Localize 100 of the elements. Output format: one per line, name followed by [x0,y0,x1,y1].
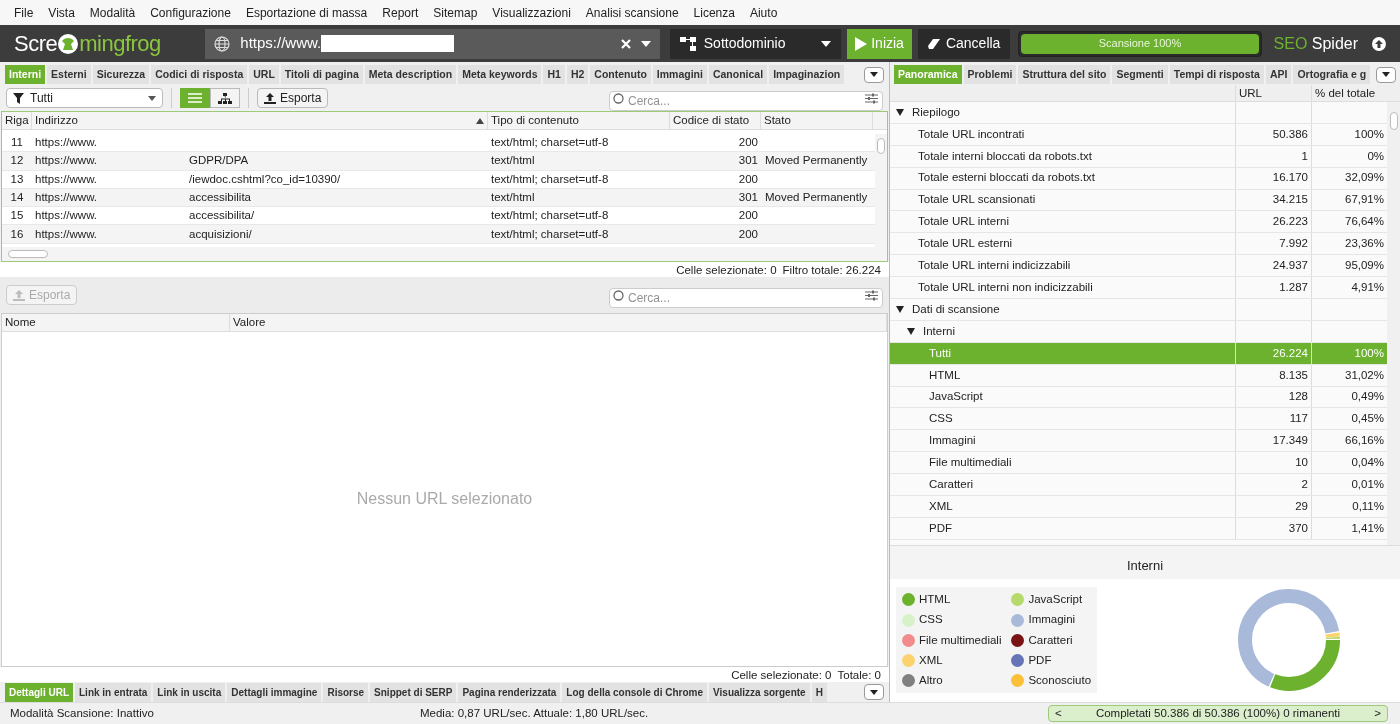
url-count: 7.992 [1279,236,1308,252]
mode-dropdown[interactable]: Sottodominio [669,28,842,59]
search-field[interactable]: Cerca... [609,91,883,111]
tree-row[interactable]: Totale esterni bloccati da robots.txt 16.170 32,09% [890,167,1387,190]
tabs-dropdown-button[interactable] [1376,66,1396,83]
table-cell-text: Moved Permanently [764,153,869,169]
scrollbar-thumb[interactable] [8,250,48,258]
tree-group-row[interactable]: Riepilogo [890,102,1387,124]
column-header[interactable]: Tipo di contenuto [488,112,670,129]
tab[interactable]: Esterni [47,65,91,84]
tab[interactable]: Codici di risposta [151,65,248,84]
tab[interactable]: Contenuto [590,65,651,84]
tab[interactable]: Meta description [364,65,457,84]
tree-row[interactable]: Totale interni bloccati da robots.txt 1 0% [890,145,1387,168]
tree-row[interactable]: JavaScript 128 0,49% [890,386,1387,409]
tab[interactable]: Problemi [963,65,1017,84]
tab[interactable]: Link in entrata [75,682,152,702]
tab[interactable]: Struttura del sito [1018,65,1111,84]
tab[interactable]: Risorse [323,682,369,702]
expanded-arrow-icon[interactable] [896,108,904,116]
tree-row[interactable]: XML 29 0,11% [890,496,1387,518]
menu-item[interactable]: Report [382,3,419,22]
tab[interactable]: API [1265,65,1292,84]
caret-icon[interactable] [640,40,651,47]
tab[interactable]: Sicurezza [92,65,150,84]
tree-view-button[interactable] [210,88,240,108]
tree-row[interactable]: HTML 8.135 31,02% [890,364,1387,387]
menu-item[interactable]: File [14,3,34,22]
table-cell-text: 13 [9,171,25,187]
column-header[interactable]: Stato [761,112,873,129]
tab[interactable]: Log della console di Chrome [562,682,708,702]
legend-label: Sconosciuto [1028,673,1092,689]
tab[interactable]: Meta keywords [458,65,542,84]
column-header[interactable]: URL [1235,85,1311,101]
menu-item[interactable]: Modalità [89,3,136,22]
url-field[interactable]: https://www. [205,28,660,59]
tab[interactable]: Pagina renderizzata [458,682,561,702]
tab[interactable]: Segmenti [1112,65,1168,84]
column-header[interactable]: Valore [230,314,887,331]
row-label: Totale URL incontrati [918,126,1025,142]
percent-value: 0,11% [1352,498,1384,514]
tree-row[interactable]: Totale URL scansionati 34.215 67,91% [890,189,1387,212]
menu-item[interactable]: Visualizzazioni [492,3,571,22]
tabs-dropdown-button[interactable] [864,66,884,83]
tab[interactable]: URL [249,65,279,84]
tab[interactable]: Titoli di pagina [280,65,363,84]
previous-arrow[interactable]: < [1055,704,1062,723]
column-header[interactable]: Nome [2,314,230,331]
menu-item[interactable]: Licenza [693,3,735,22]
cancel-button[interactable]: Cancella [917,28,1011,59]
tree-row[interactable]: Immagini 17.349 66,16% [890,430,1387,453]
tab[interactable]: Visualizza sorgente [709,682,810,702]
menu-item[interactable]: Analisi scansione [585,3,679,22]
tree-row[interactable]: CSS 117 0,45% [890,408,1387,431]
column-header[interactable]: % del totale [1311,85,1387,101]
tab[interactable]: Dettagli immagine [227,682,322,702]
tab[interactable]: Canonical [708,65,768,84]
tree-row[interactable]: Totale URL interni non indicizzabili 1.287 4,91% [890,277,1387,299]
expanded-arrow-icon[interactable] [896,305,904,313]
menu-item[interactable]: Esportazione di massa [245,3,368,22]
tab[interactable]: Impaginazion [769,65,845,84]
tree-row[interactable]: Totale URL esterni 7.992 23,36% [890,233,1387,256]
tab[interactable]: Immagini [652,65,707,84]
search-field[interactable]: Cerca... [609,288,883,308]
sliders-icon[interactable] [865,92,878,104]
column-header[interactable]: Codice di stato [670,112,761,129]
tab[interactable]: Snippet di SERP [370,682,457,702]
export-button[interactable]: Esporta [257,88,329,108]
menu-item[interactable]: Aiuto [749,3,778,22]
tree-row[interactable]: Totale URL interni indicizzabili 24.937 95,09% [890,255,1387,278]
sliders-icon[interactable] [865,289,878,301]
scrollbar-thumb[interactable] [877,138,885,154]
close-icon[interactable] [620,38,631,49]
tab[interactable]: H [811,682,827,702]
tree-row[interactable]: File multimediali 10 0,04% [890,452,1387,475]
row-label: Totale URL esterni [918,236,1013,252]
tab[interactable]: Tempi di risposta [1169,65,1264,84]
tree-group-row[interactable]: Dati di scansione [890,299,1387,321]
scan-mode-status: Modalità Scansione: Inattivo [9,705,155,721]
tabs-dropdown-button[interactable] [864,684,884,700]
tree-row[interactable]: PDF 370 1,41% [890,517,1387,540]
column-header[interactable]: Riga [2,112,32,129]
next-arrow[interactable]: > [1374,704,1381,723]
menu-item[interactable]: Configurazione [150,3,231,22]
tree-row[interactable]: Totale URL interni 26.223 76,64% [890,211,1387,234]
tree-group-row[interactable]: Interni [890,320,1387,343]
tree-row[interactable]: Totale URL incontrati 50.386 100% [890,123,1387,146]
table-cell-text: accessibilita [189,189,251,205]
expanded-arrow-icon[interactable] [907,327,915,335]
tab[interactable]: H2 [566,65,589,84]
upload-icon[interactable] [1372,36,1386,51]
column-header[interactable]: Indirizzo [32,112,488,129]
tab[interactable]: H1 [543,65,565,84]
tree-row[interactable]: Caratteri 2 0,01% [890,474,1387,497]
menu-item[interactable]: Vista [48,3,75,22]
scrollbar-thumb[interactable] [1389,112,1398,130]
filter-dropdown[interactable]: Tutti [6,88,163,108]
tab[interactable]: Ortografia e g [1293,65,1371,84]
tab[interactable]: Link in uscita [153,682,226,702]
menu-item[interactable]: Sitemap [433,3,478,22]
